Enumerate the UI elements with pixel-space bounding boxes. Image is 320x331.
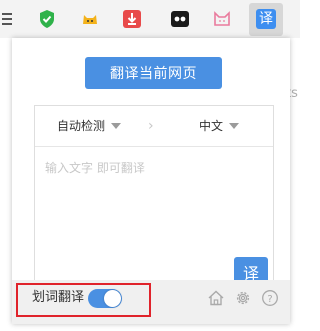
selection-translate-toggle[interactable] <box>88 289 122 308</box>
chevron-down-icon <box>111 122 122 129</box>
swap-arrow-icon: › <box>148 118 154 134</box>
eyes-icon[interactable] <box>170 9 190 29</box>
help-icon[interactable]: ? <box>261 289 279 307</box>
browser-toolbar: 译 <box>0 0 300 38</box>
translate-box: 自动检测 › 中文 译 <box>34 105 274 292</box>
cat-extension-icon[interactable] <box>80 9 100 29</box>
target-language-select[interactable]: 中文 <box>199 106 240 146</box>
source-language-label: 自动检测 <box>57 119 106 133</box>
target-language-label: 中文 <box>199 119 224 133</box>
chevron-down-icon <box>229 122 240 129</box>
gear-icon[interactable] <box>234 289 252 307</box>
menu-icon[interactable] <box>0 9 20 29</box>
translate-page-button[interactable]: 翻译当前网页 <box>85 57 222 89</box>
language-row: 自动检测 › 中文 <box>35 106 273 147</box>
translate-popup: 翻译当前网页 自动检测 › 中文 译 划词翻译 <box>12 38 290 324</box>
svg-text:?: ? <box>267 294 272 305</box>
pink-cat-icon[interactable] <box>212 9 232 29</box>
selection-translate-label: 划词翻译 <box>32 290 85 305</box>
translate-extension-button[interactable]: 译 <box>249 3 283 36</box>
translate-extension-icon: 译 <box>256 9 276 29</box>
popup-footer: 划词翻译 ? <box>12 280 290 324</box>
shield-check-icon[interactable] <box>37 9 57 29</box>
download-icon[interactable] <box>122 9 142 29</box>
home-icon[interactable] <box>207 289 225 307</box>
toggle-knob <box>104 290 121 307</box>
source-language-select[interactable]: 自动检测 <box>57 106 122 146</box>
